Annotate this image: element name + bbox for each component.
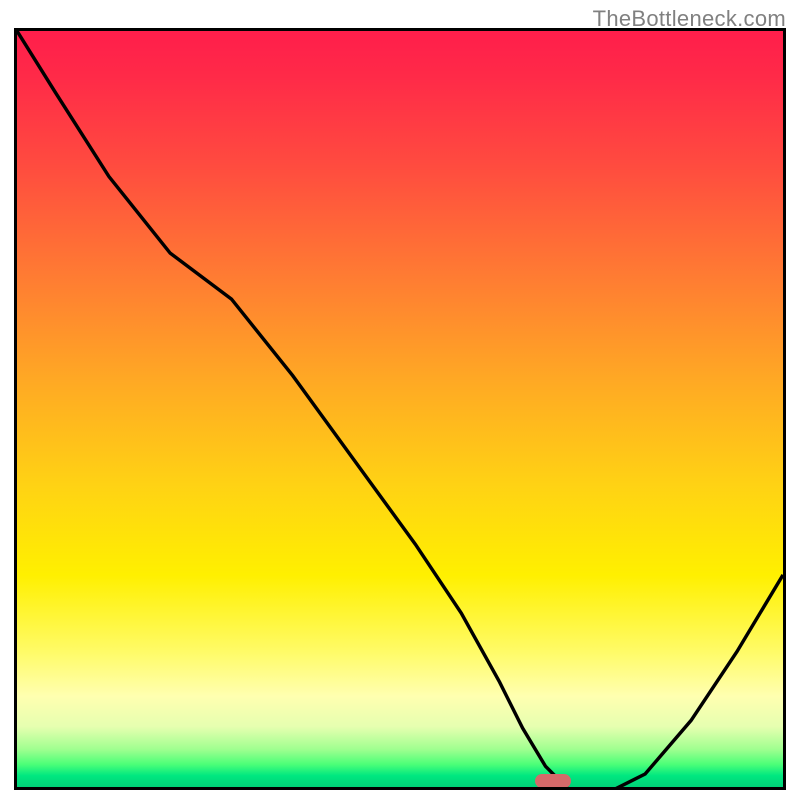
- watermark-text: TheBottleneck.com: [593, 6, 786, 32]
- chart-curve: [17, 31, 783, 790]
- curve-path: [17, 31, 783, 790]
- optimal-point-marker: [535, 774, 571, 788]
- chart-frame: [14, 28, 786, 790]
